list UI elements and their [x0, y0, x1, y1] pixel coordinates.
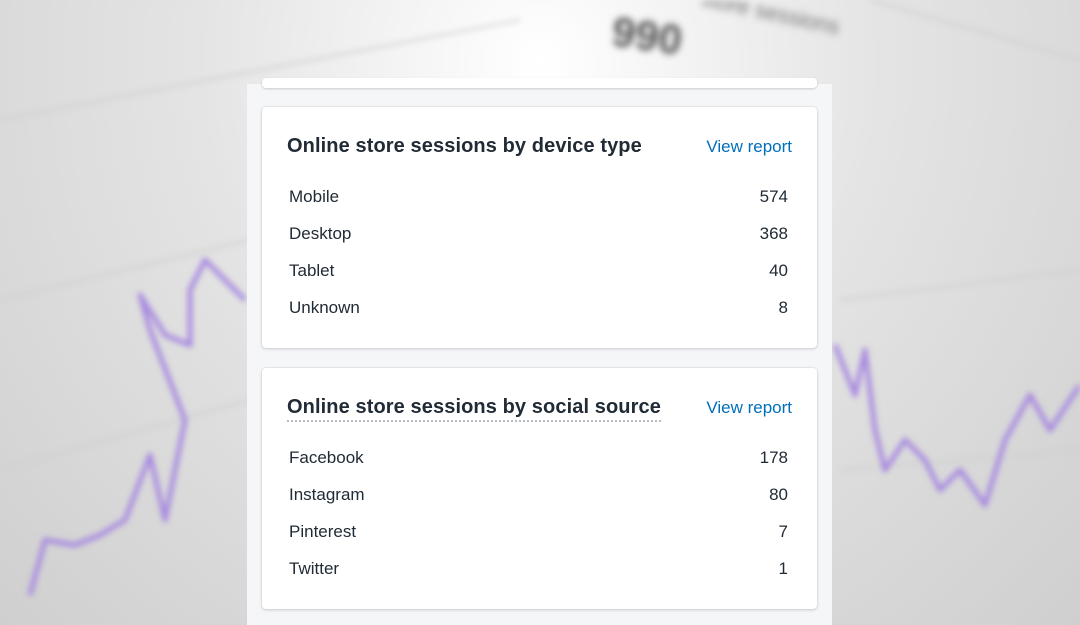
card-title[interactable]: Online store sessions by social source — [287, 396, 661, 422]
card-header: Online store sessions by social source V… — [287, 396, 792, 422]
device-type-list: Mobile 574 Desktop 368 Tablet 40 Unknown… — [289, 178, 788, 326]
list-item: Desktop 368 — [289, 215, 788, 252]
row-label: Facebook — [289, 447, 364, 467]
view-report-link[interactable]: View report — [706, 137, 792, 157]
background-series-line-right — [832, 344, 1080, 508]
row-label: Tablet — [289, 260, 335, 280]
row-value: 574 — [759, 186, 788, 206]
background-metric-value: 990 — [609, 7, 686, 64]
card-title: Online store sessions by device type — [287, 135, 642, 157]
row-value: 1 — [778, 558, 788, 578]
card-header: Online store sessions by device type Vie… — [287, 135, 792, 158]
list-item: Twitter 1 — [289, 550, 788, 587]
list-item: Unknown 8 — [289, 289, 788, 326]
social-source-card: Online store sessions by social source V… — [262, 368, 817, 609]
device-type-card: Online store sessions by device type Vie… — [262, 107, 817, 348]
row-label: Unknown — [289, 297, 360, 317]
row-label: Pinterest — [289, 521, 357, 541]
list-item: Tablet 40 — [289, 252, 788, 289]
social-source-list: Facebook 178 Instagram 80 Pinterest 7 Tw… — [289, 439, 788, 587]
row-value: 368 — [759, 223, 788, 243]
row-label: Desktop — [289, 223, 352, 243]
row-label: Instagram — [289, 484, 365, 504]
analytics-panel: Online store sessions by device type Vie… — [247, 78, 832, 625]
row-value: 80 — [769, 484, 788, 504]
row-value: 8 — [778, 297, 788, 317]
row-value: 40 — [769, 260, 788, 280]
list-item: Instagram 80 — [289, 476, 788, 513]
row-label: Twitter — [289, 558, 340, 578]
row-label: Mobile — [289, 186, 340, 206]
row-value: 7 — [778, 521, 788, 541]
background-series-line-left — [27, 257, 247, 596]
row-value: 178 — [759, 447, 788, 467]
list-item: Mobile 574 — [289, 178, 788, 215]
list-item: Pinterest 7 — [289, 513, 788, 550]
list-item: Facebook 178 — [289, 439, 788, 476]
view-report-link[interactable]: View report — [706, 398, 792, 418]
previous-card-edge — [262, 78, 817, 88]
